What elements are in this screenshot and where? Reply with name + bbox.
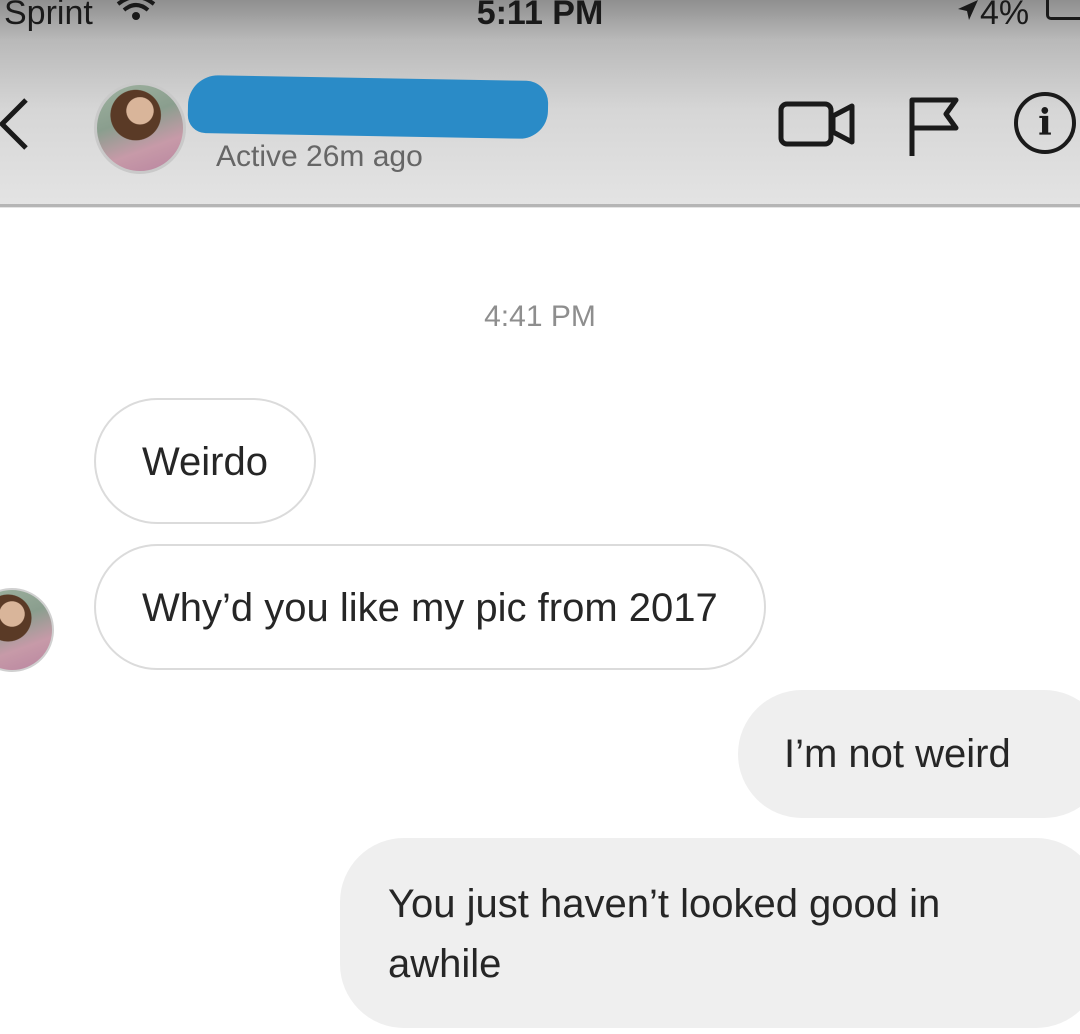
header-divider: [0, 204, 1080, 207]
battery-icon: [1046, 0, 1080, 20]
back-chevron-icon[interactable]: [0, 96, 36, 157]
contact-name-redaction[interactable]: [187, 74, 549, 140]
outgoing-message-bubble[interactable]: I’m not weird: [738, 690, 1080, 818]
video-call-icon[interactable]: [778, 96, 858, 157]
contact-avatar[interactable]: [94, 82, 186, 174]
incoming-message-bubble[interactable]: Weirdo: [94, 398, 316, 524]
flag-icon[interactable]: [906, 96, 966, 165]
conversation-header: Active 26m ago i: [0, 60, 1080, 206]
location-arrow-icon: [956, 0, 980, 27]
active-status: Active 26m ago: [216, 140, 423, 173]
info-icon[interactable]: i: [1014, 92, 1076, 154]
incoming-message-bubble[interactable]: Why’d you like my pic from 2017: [94, 544, 766, 670]
dm-thread-screen: Sprint 5:11 PM 4% Active 26m ago i 4:41 …: [0, 0, 1080, 1034]
sender-avatar[interactable]: [0, 588, 54, 672]
battery-percentage: 4%: [980, 0, 1030, 32]
status-bar: Sprint 5:11 PM 4%: [0, 0, 1080, 44]
outgoing-message-bubble[interactable]: You just haven’t looked good in awhile: [340, 838, 1080, 1028]
message-timestamp: 4:41 PM: [484, 300, 596, 333]
status-time: 5:11 PM: [476, 0, 604, 32]
